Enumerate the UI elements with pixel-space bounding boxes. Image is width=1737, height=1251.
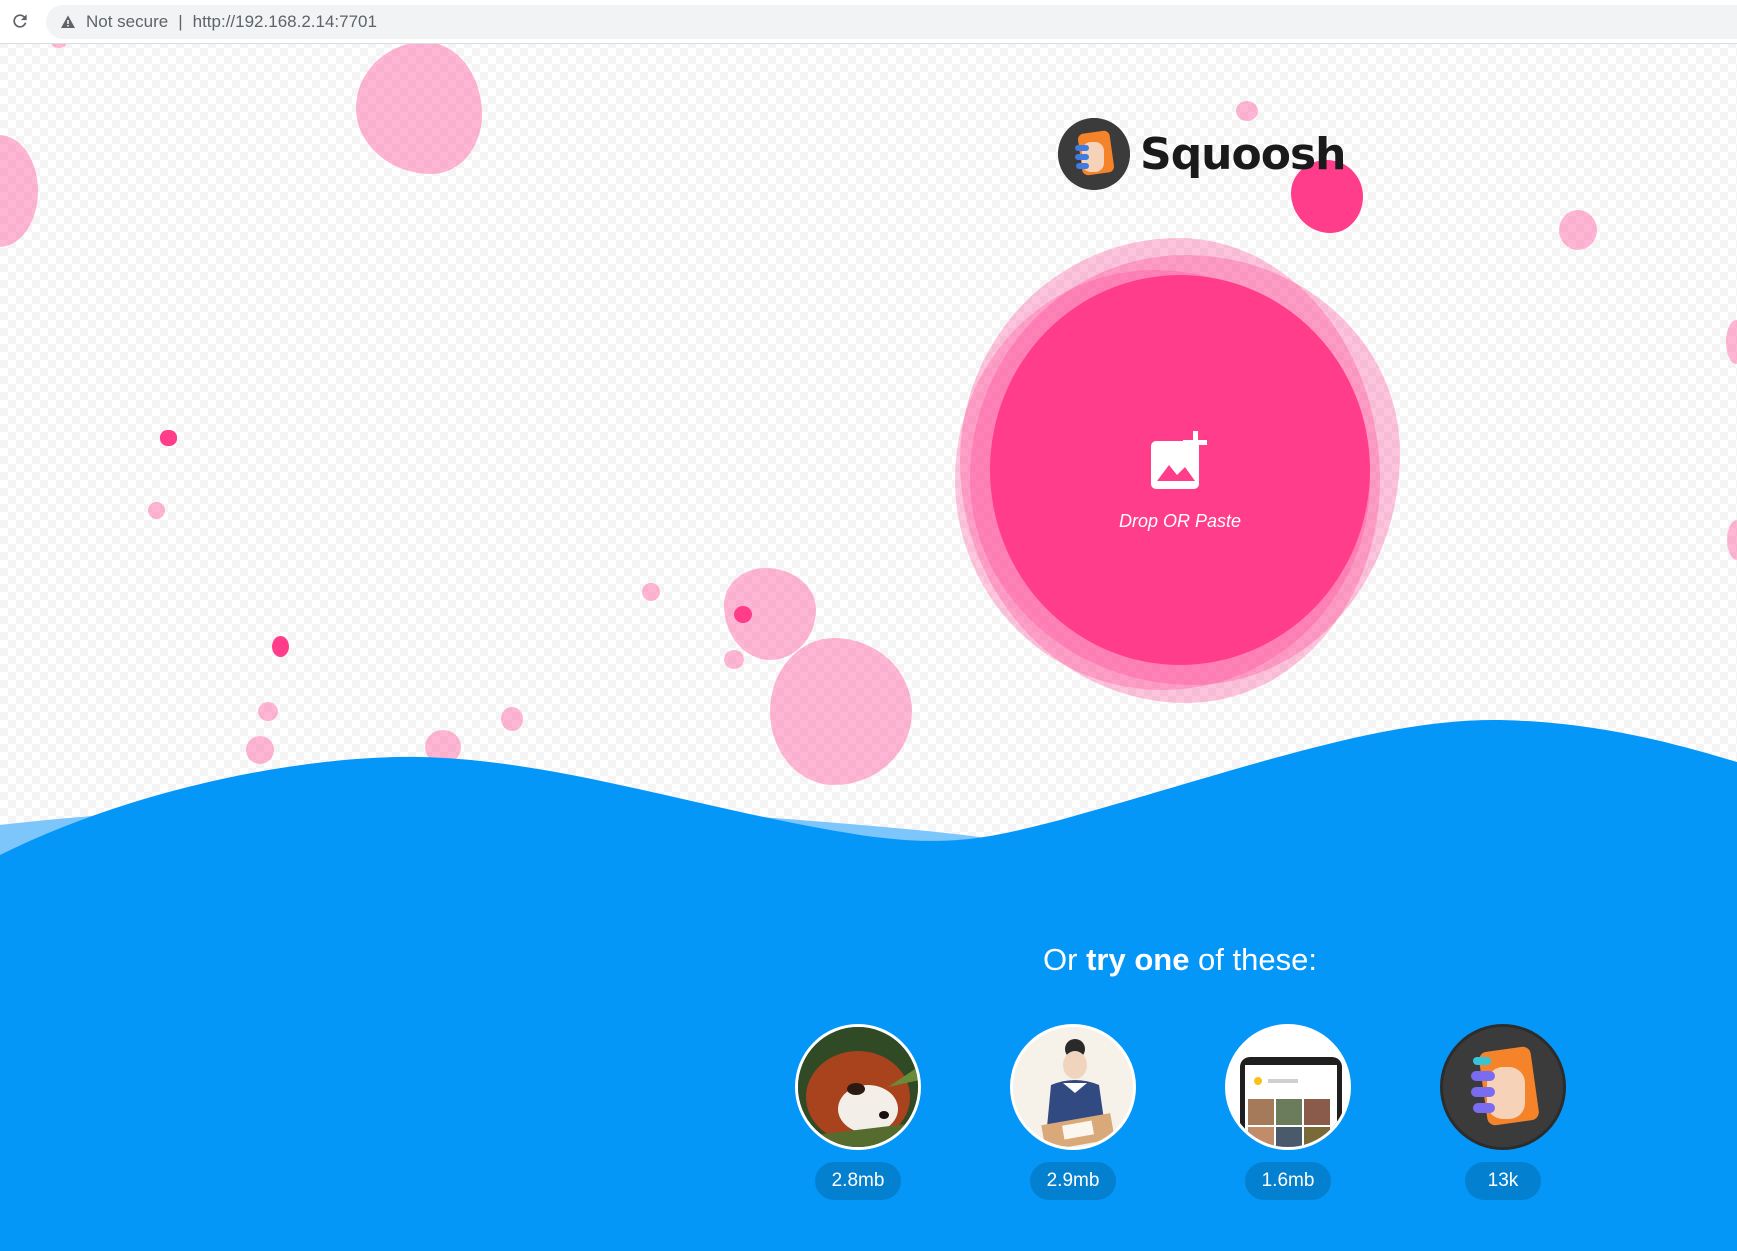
decorative-blob bbox=[642, 583, 660, 601]
decorative-blob bbox=[1559, 210, 1597, 250]
security-label[interactable]: Not secure bbox=[86, 12, 168, 32]
squoosh-logo-thumbnail[interactable] bbox=[1440, 1024, 1566, 1150]
decorative-blob bbox=[246, 736, 274, 764]
decorative-blob bbox=[356, 42, 482, 174]
drop-zone[interactable]: Drop OR Paste bbox=[955, 235, 1405, 710]
decorative-blob bbox=[770, 638, 912, 785]
samples-heading-prefix: Or bbox=[1043, 942, 1087, 977]
add-photo-icon bbox=[1151, 430, 1207, 489]
decorative-blob bbox=[160, 430, 177, 446]
warning-icon[interactable] bbox=[60, 14, 76, 30]
reload-icon[interactable] bbox=[8, 9, 32, 33]
url-text[interactable]: http://192.168.2.14:7701 bbox=[193, 12, 377, 32]
url-separator: | bbox=[178, 12, 183, 31]
decorative-blob bbox=[1727, 520, 1737, 560]
sample-size-label: 1.6mb bbox=[1244, 1162, 1332, 1200]
decorative-blob bbox=[501, 707, 523, 731]
sample-images: 2.8mb 2.9mb 1.6mb 13k bbox=[0, 1024, 1737, 1204]
sample-red-panda[interactable]: 2.8mb bbox=[795, 1024, 921, 1200]
squoosh-logo-icon bbox=[1058, 118, 1130, 190]
sample-size-label: 13k bbox=[1465, 1162, 1541, 1200]
samples-heading-suffix: of these: bbox=[1189, 942, 1317, 977]
decorative-blob bbox=[0, 135, 38, 247]
squoosh-logo: Squoosh bbox=[1058, 118, 1346, 190]
samples-heading-bold: try one bbox=[1086, 942, 1190, 977]
drop-paste-button[interactable]: Drop OR Paste bbox=[990, 275, 1370, 665]
red-panda-thumbnail[interactable] bbox=[795, 1024, 921, 1150]
phone-screenshot-thumbnail[interactable] bbox=[1225, 1024, 1351, 1150]
sample-squoosh-logo[interactable]: 13k bbox=[1440, 1024, 1566, 1200]
drop-paste-label: Drop OR Paste bbox=[1118, 510, 1242, 531]
samples-heading: Or try one of these: bbox=[0, 942, 1737, 978]
decorative-blob bbox=[272, 636, 289, 657]
url-bar[interactable]: Not secure | http://192.168.2.14:7701 bbox=[46, 5, 1737, 39]
decorative-blob bbox=[258, 702, 278, 721]
browser-address-bar: Not secure | http://192.168.2.14:7701 bbox=[0, 0, 1737, 44]
decorative-blob bbox=[1726, 320, 1737, 364]
decorative-blob bbox=[734, 606, 752, 623]
sample-size-label: 2.9mb bbox=[1029, 1162, 1117, 1200]
sample-artist-illustration[interactable]: 2.9mb bbox=[1010, 1024, 1136, 1200]
app-name: Squoosh bbox=[1140, 128, 1346, 180]
decorative-blob bbox=[148, 502, 165, 519]
decorative-blob bbox=[724, 650, 744, 669]
artist-illustration-thumbnail[interactable] bbox=[1010, 1024, 1136, 1150]
decorative-blob bbox=[425, 730, 461, 764]
sample-size-label: 2.8mb bbox=[814, 1162, 902, 1200]
sample-phone-screenshot[interactable]: 1.6mb bbox=[1225, 1024, 1351, 1200]
